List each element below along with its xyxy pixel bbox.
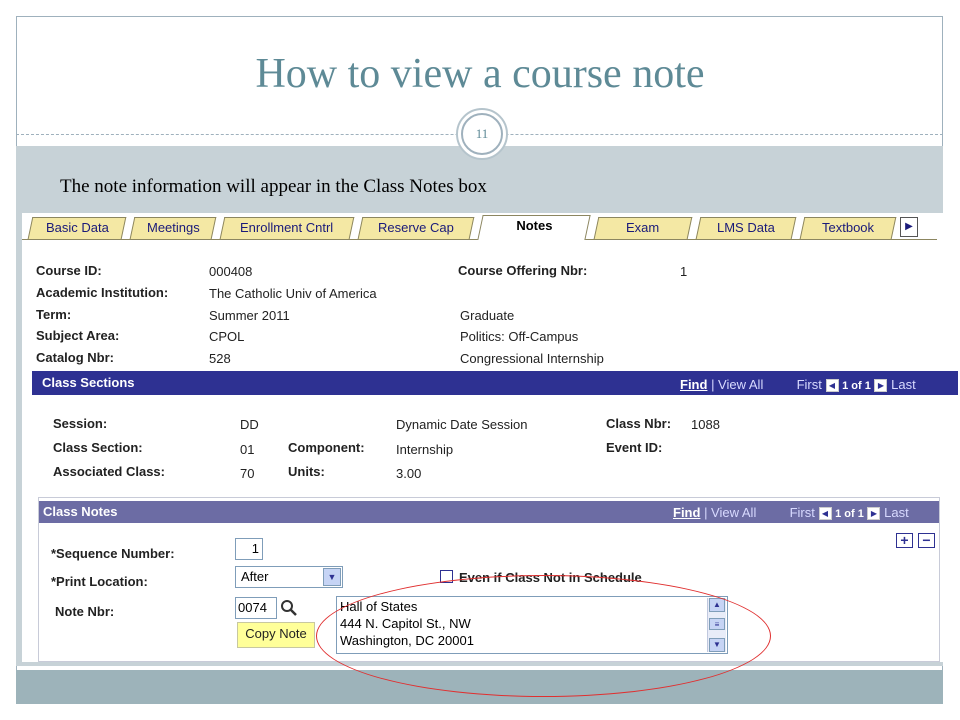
institution-label: Academic Institution: <box>36 285 169 300</box>
course-id-value: 000408 <box>209 264 253 279</box>
tab-label: Exam <box>626 220 660 235</box>
tab-label: Reserve Cap <box>378 220 454 235</box>
tab-notes[interactable]: Notes <box>477 215 591 240</box>
session-value: DD <box>240 417 259 432</box>
catalog-nbr-label: Catalog Nbr: <box>36 350 114 365</box>
class-nbr-label: Class Nbr: <box>606 416 672 431</box>
tab-enrollment-cntrl[interactable]: Enrollment Cntrl <box>219 217 355 239</box>
print-location-select[interactable]: After ▼ <box>235 566 343 588</box>
sequence-number-label: *Sequence Number: <box>51 546 175 561</box>
component-value: Internship <box>396 442 454 457</box>
subject-area-label: Subject Area: <box>36 328 120 343</box>
chevron-down-icon[interactable]: ▼ <box>323 568 341 586</box>
term-value: Summer 2011 <box>209 308 290 323</box>
add-row-plus-icon[interactable]: + <box>896 533 913 548</box>
class-notes-last-label: Last <box>884 505 909 520</box>
component-label: Component: <box>288 440 365 455</box>
next-arrow-icon[interactable]: ▶ <box>867 507 881 521</box>
class-sections-view-all-link[interactable]: | View All <box>711 377 763 392</box>
class-sections-count: 1 of 1 <box>842 380 871 392</box>
event-id-label: Event ID: <box>606 440 663 455</box>
subject-area-value: CPOL <box>209 329 245 344</box>
next-arrow-icon[interactable]: ▶ <box>874 379 888 393</box>
tab-label: LMS Data <box>717 220 775 235</box>
search-icon[interactable] <box>280 599 298 617</box>
print-location-label: *Print Location: <box>51 574 148 589</box>
tab-label: Enrollment Cntrl <box>240 220 334 235</box>
class-notes-view-all-link[interactable]: | View All <box>704 505 756 520</box>
slide-subtitle: The note information will appear in the … <box>60 176 487 197</box>
class-notes-find-link[interactable]: Find <box>673 505 700 520</box>
catalog-nbr-desc: Congressional Internship <box>460 351 604 366</box>
class-section-value: 01 <box>240 442 255 457</box>
copy-note-button[interactable]: Copy Note <box>237 622 315 648</box>
tab-label: Meetings <box>146 220 200 235</box>
highlight-ellipse <box>316 575 771 697</box>
session-label: Session: <box>53 416 108 431</box>
course-id-label: Course ID: <box>36 263 102 278</box>
units-label: Units: <box>288 464 325 479</box>
institution-value: The Catholic Univ of America <box>209 286 377 301</box>
tab-exam[interactable]: Exam <box>593 217 693 239</box>
tab-label: Basic Data <box>45 220 109 235</box>
note-nbr-input[interactable]: 0074 <box>235 597 277 619</box>
class-sections-title: Class Sections <box>42 375 135 390</box>
catalog-nbr-value: 528 <box>209 351 231 366</box>
course-offering-label: Course Offering Nbr: <box>458 263 588 278</box>
tab-textbook[interactable]: Textbook <box>799 217 897 239</box>
class-notes-title: Class Notes <box>43 504 118 519</box>
note-nbr-label: Note Nbr: <box>55 604 115 619</box>
slide-number: 11 <box>461 113 503 155</box>
tab-label: Textbook <box>821 220 875 235</box>
session-desc: Dynamic Date Session <box>396 417 528 432</box>
associated-class-value: 70 <box>240 466 255 481</box>
print-location-value: After <box>241 569 269 584</box>
delete-row-minus-icon[interactable]: − <box>918 533 935 548</box>
tab-next-arrow-icon[interactable]: ▶ <box>900 217 918 237</box>
class-notes-first-label: First <box>789 505 815 520</box>
tab-label: Notes <box>516 218 553 233</box>
slide-title: How to view a course note <box>255 51 705 97</box>
class-section-label: Class Section: <box>53 440 143 455</box>
units-value: 3.00 <box>396 466 422 481</box>
class-notes-header: Class Notes Find | View All First ◀ 1 of… <box>39 501 939 523</box>
associated-class-label: Associated Class: <box>53 464 165 479</box>
class-sections-last-label: Last <box>891 377 916 392</box>
class-notes-count: 1 of 1 <box>835 508 864 520</box>
prev-arrow-icon[interactable]: ◀ <box>825 379 839 393</box>
tab-lms-data[interactable]: LMS Data <box>695 217 797 239</box>
prev-arrow-icon[interactable]: ◀ <box>818 507 832 521</box>
class-sections-header: Class Sections Find | View All First ◀ 1… <box>32 371 958 395</box>
tab-meetings[interactable]: Meetings <box>129 217 217 239</box>
class-sections-find-link[interactable]: Find <box>680 377 707 392</box>
class-notes-nav: Find | View All First ◀ 1 of 1 ▶ Last <box>673 505 909 521</box>
class-sections-first-label: First <box>796 377 822 392</box>
class-sections-nav: Find | View All First ◀ 1 of 1 ▶ Last <box>680 377 916 393</box>
tab-basic-data[interactable]: Basic Data <box>27 217 127 239</box>
tab-reserve-cap[interactable]: Reserve Cap <box>357 217 475 239</box>
sequence-number-input[interactable]: 1 <box>235 538 263 560</box>
career-value: Graduate <box>460 308 515 323</box>
class-nbr-value: 1088 <box>691 417 720 432</box>
course-offering-value: 1 <box>680 264 688 279</box>
subject-area-desc: Politics: Off-Campus <box>460 329 579 344</box>
term-label: Term: <box>36 307 72 322</box>
